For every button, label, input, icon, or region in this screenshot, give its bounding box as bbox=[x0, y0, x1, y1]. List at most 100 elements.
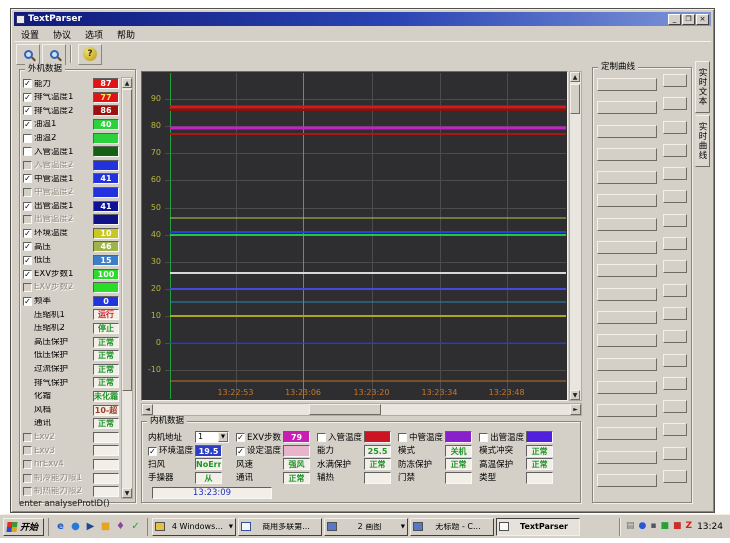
curve-value-button[interactable] bbox=[663, 330, 687, 343]
checkbox[interactable]: ✓ bbox=[23, 256, 32, 265]
checkbox[interactable] bbox=[23, 161, 32, 170]
curve-select-button[interactable] bbox=[597, 311, 657, 324]
chart-horizontal-scrollbar[interactable]: ◄► bbox=[141, 403, 582, 416]
restore-button[interactable]: ❐ bbox=[682, 14, 695, 25]
curve-select-button[interactable] bbox=[597, 404, 657, 417]
curve-select-button[interactable] bbox=[597, 451, 657, 464]
scroll-left-icon[interactable]: ◄ bbox=[142, 404, 153, 415]
help-button[interactable]: ? bbox=[78, 44, 102, 65]
checkbox[interactable] bbox=[398, 433, 407, 442]
curve-select-button[interactable] bbox=[597, 148, 657, 161]
curve-value-button[interactable] bbox=[663, 260, 687, 273]
curve-value-button[interactable] bbox=[663, 447, 687, 460]
scroll-thumb[interactable] bbox=[570, 84, 580, 114]
minimize-button[interactable]: _ bbox=[668, 14, 681, 25]
curve-value-button[interactable] bbox=[663, 144, 687, 157]
scroll-thumb[interactable] bbox=[122, 89, 132, 391]
curve-select-button[interactable] bbox=[597, 78, 657, 91]
checkbox[interactable] bbox=[23, 487, 32, 496]
checkbox[interactable]: ✓ bbox=[23, 270, 32, 279]
titlebar[interactable]: TextParser _ ❐ × bbox=[14, 12, 711, 26]
curve-select-button[interactable] bbox=[597, 101, 657, 114]
curve-value-button[interactable] bbox=[663, 121, 687, 134]
media-player-icon[interactable]: ▶ bbox=[83, 519, 98, 534]
checkbox[interactable] bbox=[23, 460, 32, 469]
curve-value-button[interactable] bbox=[663, 97, 687, 110]
checkbox[interactable]: ✓ bbox=[23, 79, 32, 88]
checkbox[interactable] bbox=[23, 446, 32, 455]
notes-icon[interactable]: ■ bbox=[98, 519, 113, 534]
curve-value-button[interactable] bbox=[663, 214, 687, 227]
zoom-out-button[interactable] bbox=[42, 44, 66, 65]
curve-value-button[interactable] bbox=[663, 167, 687, 180]
scroll-thumb[interactable] bbox=[309, 404, 381, 415]
volume-icon[interactable]: ▪ bbox=[650, 522, 656, 531]
curve-value-button[interactable] bbox=[663, 284, 687, 297]
taskbar-button[interactable]: 4 Windows...▼ bbox=[152, 518, 236, 536]
checkbox[interactable]: ✓ bbox=[148, 447, 157, 456]
scroll-down-icon[interactable]: ▼ bbox=[122, 488, 132, 498]
view-tab-1[interactable]: 实时曲线 bbox=[695, 115, 710, 167]
monitor-icon[interactable]: ■ bbox=[673, 522, 682, 531]
curve-value-button[interactable] bbox=[663, 470, 687, 483]
power-icon[interactable]: Z bbox=[686, 522, 693, 531]
curve-value-button[interactable] bbox=[663, 190, 687, 203]
curve-select-button[interactable] bbox=[597, 358, 657, 371]
taskbar-button[interactable]: TextParser bbox=[496, 518, 580, 536]
curve-value-button[interactable] bbox=[663, 307, 687, 320]
taskbar-button[interactable]: 2 画图▼ bbox=[324, 518, 408, 536]
checkbox[interactable] bbox=[23, 134, 32, 143]
curve-select-button[interactable] bbox=[597, 427, 657, 440]
printer-icon[interactable]: ▤ bbox=[626, 522, 635, 531]
curve-value-button[interactable] bbox=[663, 423, 687, 436]
curve-select-button[interactable] bbox=[597, 381, 657, 394]
scroll-down-icon[interactable]: ▼ bbox=[570, 390, 580, 400]
outlook-icon[interactable]: ● bbox=[68, 519, 83, 534]
menu-item-3[interactable]: 帮助 bbox=[110, 28, 142, 41]
curve-select-button[interactable] bbox=[597, 241, 657, 254]
curve-value-button[interactable] bbox=[663, 237, 687, 250]
checkbox[interactable]: ✓ bbox=[23, 93, 32, 102]
realtime-curve-chart[interactable]: 9080706050403020100-1013:22:5313:23:0613… bbox=[141, 71, 568, 401]
menu-item-0[interactable]: 设置 bbox=[14, 28, 46, 41]
close-button[interactable]: × bbox=[696, 14, 709, 25]
ie-icon[interactable]: e bbox=[53, 519, 68, 534]
checkbox[interactable]: ✓ bbox=[23, 202, 32, 211]
curve-select-button[interactable] bbox=[597, 194, 657, 207]
scroll-up-icon[interactable]: ▲ bbox=[570, 72, 580, 82]
dropdown-arrow-icon[interactable]: ▼ bbox=[218, 432, 228, 442]
start-button[interactable]: 开始 bbox=[3, 518, 44, 536]
curve-select-button[interactable] bbox=[597, 171, 657, 184]
menu-item-2[interactable]: 选项 bbox=[78, 28, 110, 41]
checkbox[interactable] bbox=[317, 433, 326, 442]
checkbox[interactable] bbox=[479, 433, 488, 442]
curve-select-button[interactable] bbox=[597, 125, 657, 138]
chart-vertical-scrollbar[interactable]: ▲▼ bbox=[569, 71, 582, 401]
checkbox[interactable]: ✓ bbox=[23, 229, 32, 238]
checkbox[interactable] bbox=[23, 433, 32, 442]
taskbar-button[interactable]: 无标题 - C... bbox=[410, 518, 494, 536]
checkbox[interactable] bbox=[23, 188, 32, 197]
checkbox[interactable]: ✓ bbox=[236, 447, 245, 456]
security-icon[interactable]: ♦ bbox=[113, 519, 128, 534]
checkbox[interactable]: ✓ bbox=[23, 106, 32, 115]
messenger-icon[interactable]: ● bbox=[639, 522, 647, 531]
curve-select-button[interactable] bbox=[597, 334, 657, 347]
checkbox[interactable] bbox=[23, 215, 32, 224]
curve-select-button[interactable] bbox=[597, 218, 657, 231]
menu-item-1[interactable]: 协议 bbox=[46, 28, 78, 41]
curve-value-button[interactable] bbox=[663, 377, 687, 390]
curve-value-button[interactable] bbox=[663, 354, 687, 367]
curve-value-button[interactable] bbox=[663, 74, 687, 87]
curve-select-button[interactable] bbox=[597, 264, 657, 277]
taskbar-button[interactable]: 商用多联第... bbox=[238, 518, 322, 536]
checkbox[interactable]: ✓ bbox=[23, 242, 32, 251]
checkbox[interactable] bbox=[23, 283, 32, 292]
curve-select-button[interactable] bbox=[597, 474, 657, 487]
scroll-right-icon[interactable]: ► bbox=[570, 404, 581, 415]
curve-select-button[interactable] bbox=[597, 288, 657, 301]
zoom-in-button[interactable] bbox=[16, 44, 40, 65]
checkbox[interactable] bbox=[23, 474, 32, 483]
checkbox[interactable]: ✓ bbox=[23, 120, 32, 129]
checkbox[interactable]: ✓ bbox=[23, 297, 32, 306]
